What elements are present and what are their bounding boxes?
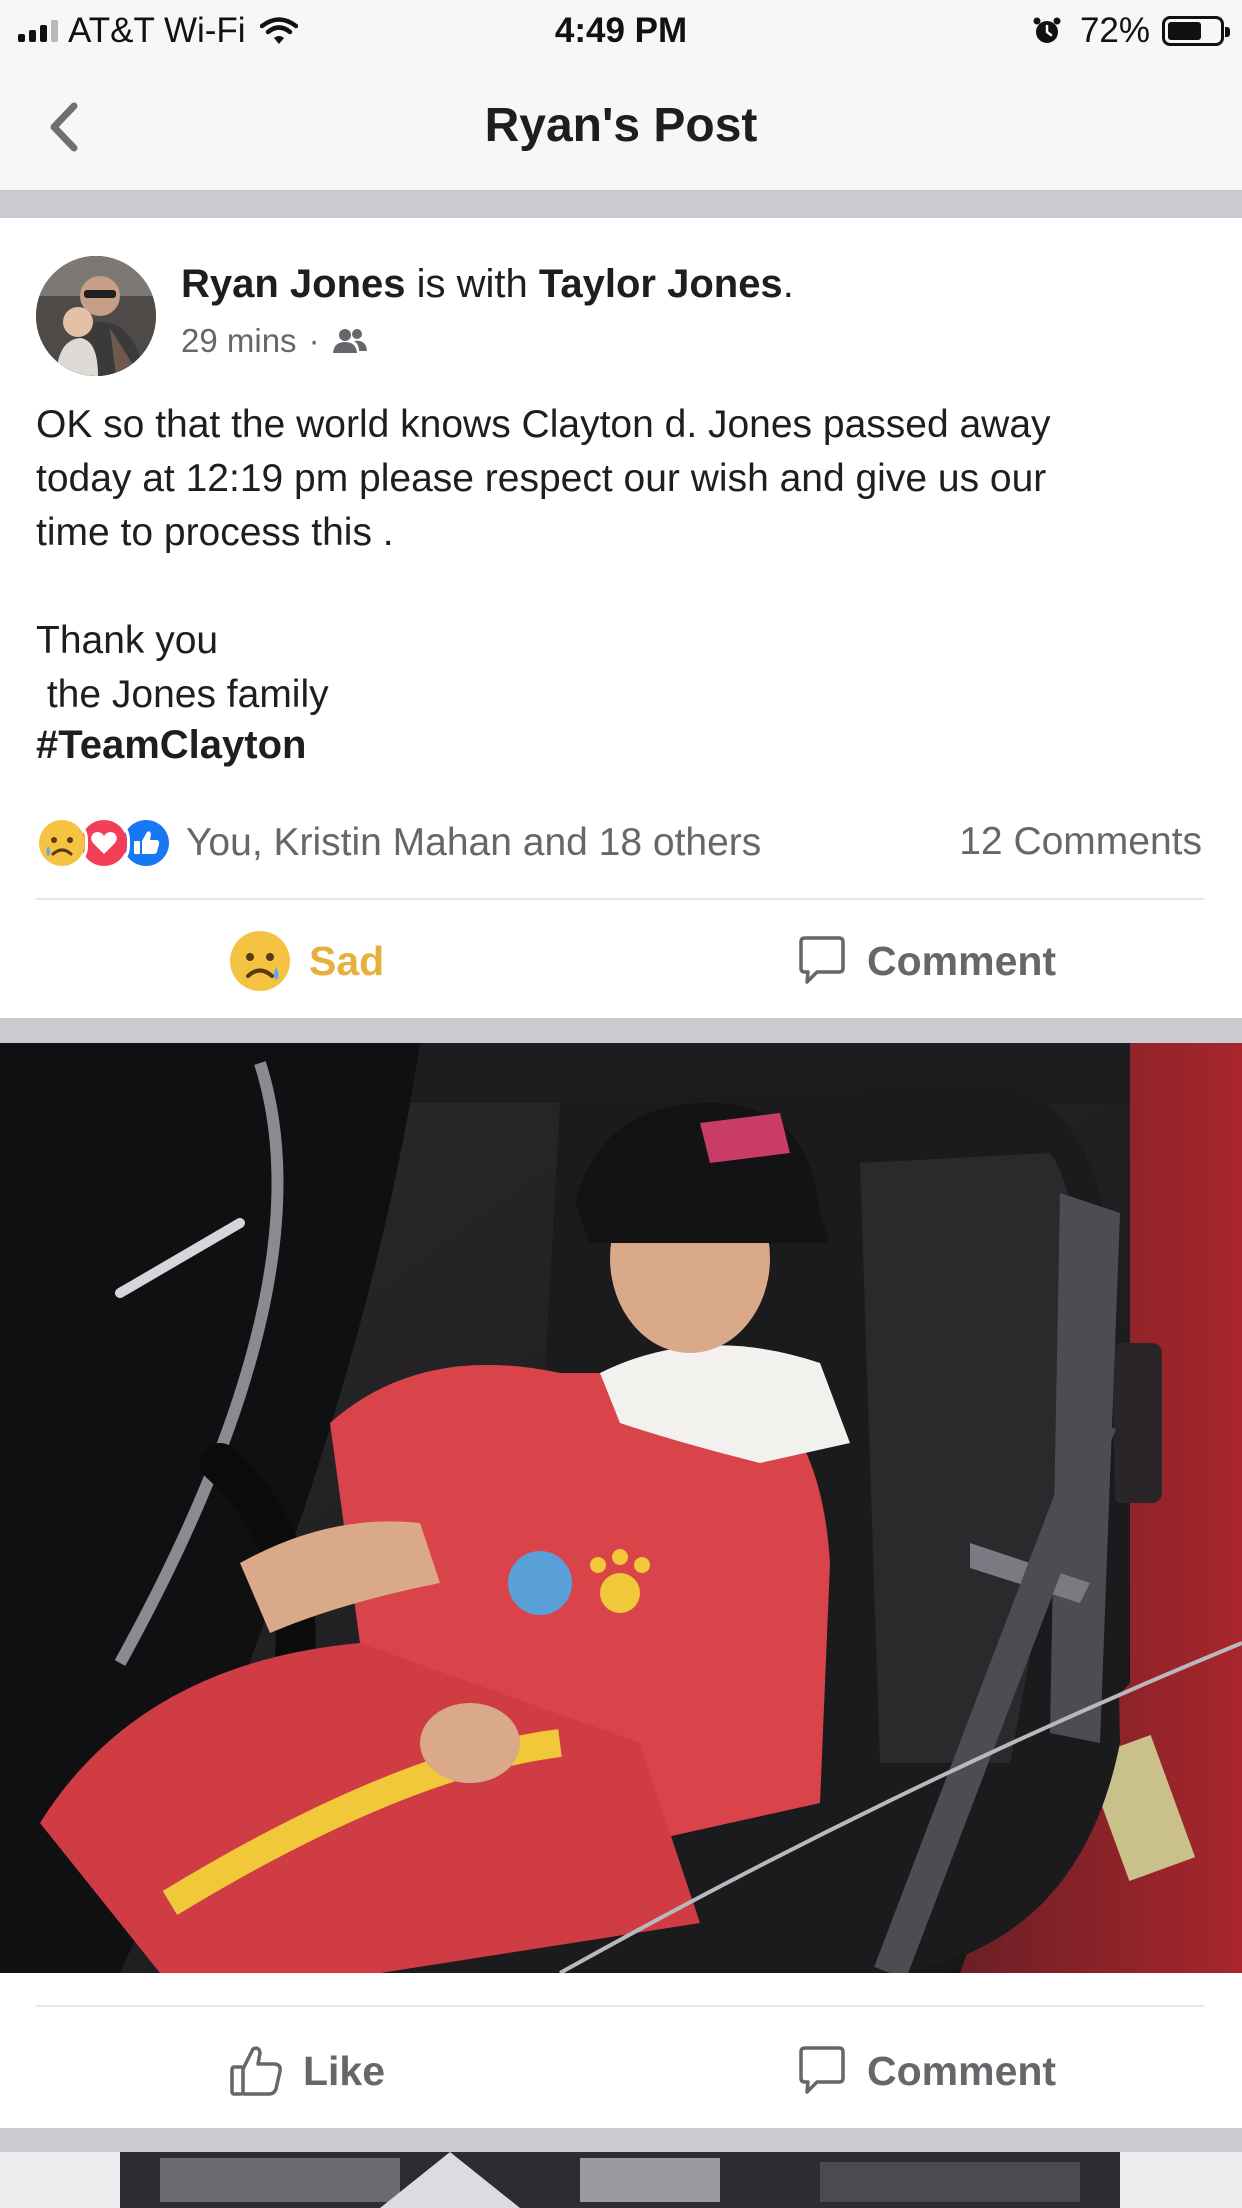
comment-label: Comment: [867, 937, 1057, 984]
sad-reaction-button[interactable]: Sad: [229, 926, 384, 996]
post-text-line: [36, 560, 1216, 614]
comment-bubble-icon: [795, 934, 849, 988]
next-post-photo[interactable]: [0, 2152, 1242, 2208]
post-text-line: today at 12:19 pm please respect our wis…: [36, 457, 1047, 500]
battery-percent: 72%: [1079, 11, 1150, 50]
tagged-suffix: .: [782, 262, 794, 306]
hashtag-link[interactable]: #TeamClayton: [36, 723, 306, 768]
post-text-line: the Jones family: [36, 673, 329, 716]
reactions-summary[interactable]: You, Kristin Mahan and 18 others: [36, 817, 762, 869]
divider: [36, 2005, 1204, 2007]
meta-separator: ·: [308, 322, 320, 359]
sad-reaction-icon: [36, 817, 88, 869]
post-text-line: OK so that the world knows Clayton d. Jo…: [36, 403, 1051, 446]
comment-button[interactable]: Comment: [795, 926, 1056, 996]
feed-divider: [0, 1018, 1242, 1043]
sad-label: Sad: [309, 937, 385, 984]
friends-icon[interactable]: [332, 327, 368, 355]
post-text-line: Thank you: [36, 619, 219, 662]
battery-icon: [1162, 16, 1230, 46]
post-time[interactable]: 29 mins: [181, 322, 297, 360]
feed-divider: [0, 192, 1242, 218]
feed-divider: [0, 2128, 1242, 2152]
post-meta: 29 mins ·: [181, 322, 368, 360]
alarm-icon: [1033, 17, 1061, 43]
post-author-line: Ryan Jones is with Taylor Jones.: [181, 262, 794, 307]
with-text: is with: [405, 262, 539, 306]
comment-bubble-icon: [795, 2044, 849, 2098]
post-body: OK so that the world knows Clayton d. Jo…: [36, 398, 1216, 722]
author-avatar[interactable]: [36, 256, 156, 376]
sad-face-icon: [229, 930, 291, 992]
post-photo[interactable]: [0, 1043, 1242, 1973]
comment-button[interactable]: Comment: [795, 2036, 1056, 2106]
tagged-name[interactable]: Taylor Jones: [539, 262, 783, 306]
post-text-line: time to process this .: [36, 511, 394, 554]
navigation-bar: Ryan's Post: [0, 62, 1242, 192]
comment-label: Comment: [867, 2047, 1057, 2094]
like-button[interactable]: Like: [229, 2036, 385, 2106]
author-name[interactable]: Ryan Jones: [181, 262, 406, 306]
status-bar: AT&T Wi-Fi 4:49 PM 72%: [0, 0, 1242, 62]
comments-count[interactable]: 12 Comments: [959, 820, 1202, 864]
reactions-names: You, Kristin Mahan and 18 others: [186, 821, 762, 864]
divider: [36, 898, 1204, 900]
page-title: Ryan's Post: [484, 99, 758, 152]
like-label: Like: [303, 2047, 386, 2094]
thumbs-up-icon: [229, 2043, 285, 2099]
status-right: 72%: [1032, 10, 1230, 52]
